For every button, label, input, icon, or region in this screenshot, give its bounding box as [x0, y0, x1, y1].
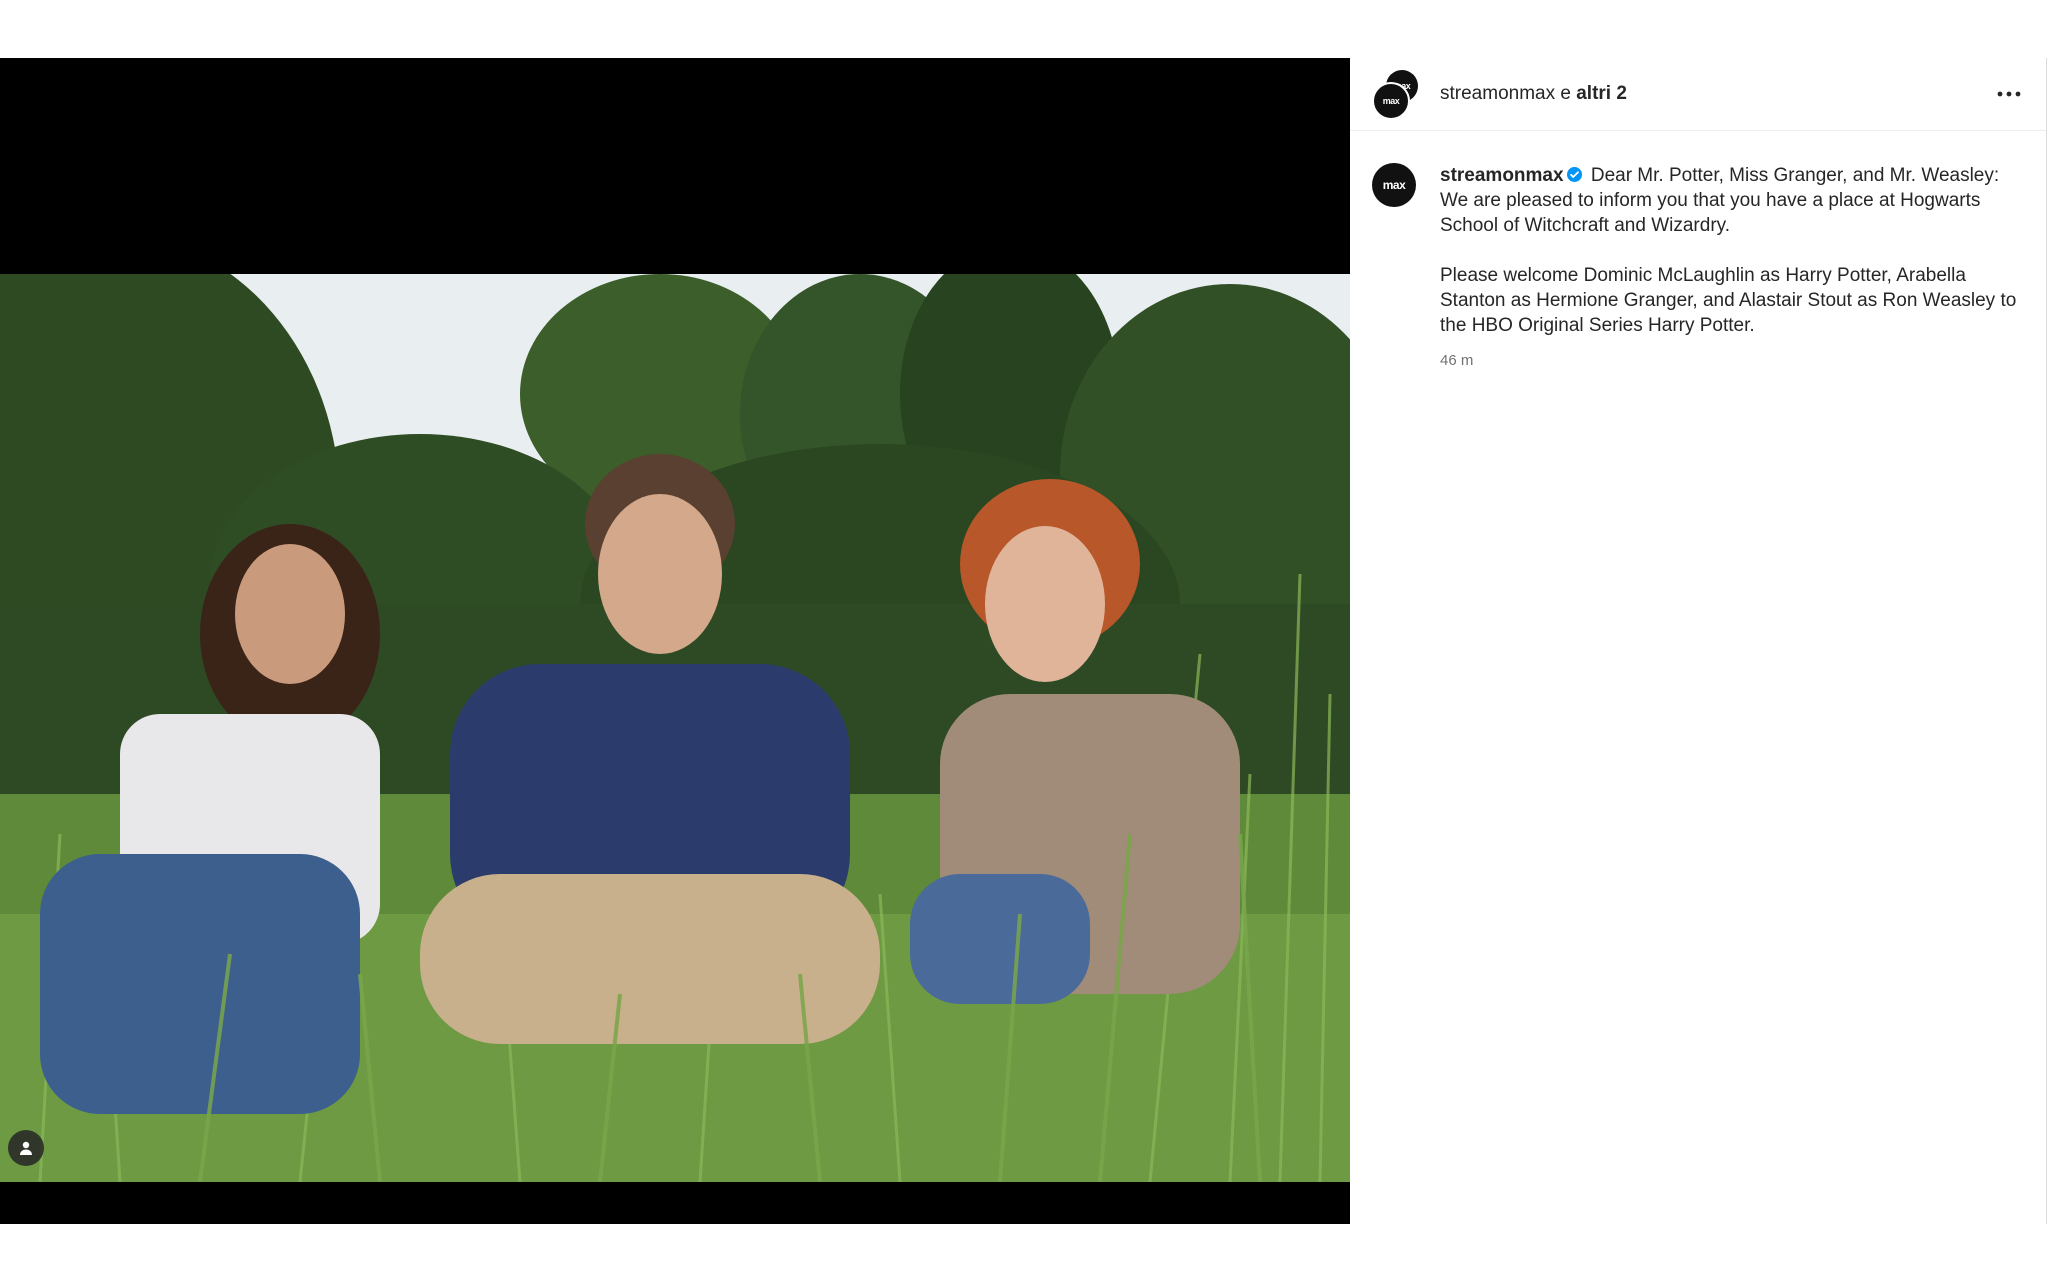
post-timestamp[interactable]: 46 m: [1440, 348, 2020, 373]
post-media: [0, 58, 1350, 1224]
verified-badge-icon: [1566, 167, 1582, 182]
post-viewer: max max streamonmax e altri 2 max stream…: [0, 58, 2048, 1224]
caption-paragraph-2: Please welcome Dominic McLaughlin as Har…: [1440, 265, 2017, 336]
user-tag-icon[interactable]: [8, 1130, 44, 1166]
caption-body: streamonmax Dear Mr. Potter, Miss Grange…: [1440, 163, 2020, 373]
header-username[interactable]: streamonmax: [1440, 83, 1555, 104]
post-author[interactable]: streamonmax e altri 2: [1440, 83, 1627, 105]
collab-avatars[interactable]: max max: [1372, 70, 1420, 120]
more-horizontal-icon[interactable]: [1992, 80, 2026, 108]
header-joiner: e: [1555, 83, 1577, 104]
post-caption: max streamonmax Dear Mr. Potter, Miss Gr…: [1350, 131, 2046, 373]
avatar: max: [1372, 82, 1410, 120]
post-sidebar: max max streamonmax e altri 2 max stream…: [1350, 58, 2047, 1224]
header-others[interactable]: altri 2: [1576, 83, 1627, 104]
caption-username[interactable]: streamonmax: [1440, 165, 1564, 186]
photo-illustration: [0, 274, 1350, 1182]
post-header: max max streamonmax e altri 2: [1350, 58, 2046, 131]
avatar[interactable]: max: [1372, 163, 1416, 207]
post-photo[interactable]: [0, 274, 1350, 1182]
